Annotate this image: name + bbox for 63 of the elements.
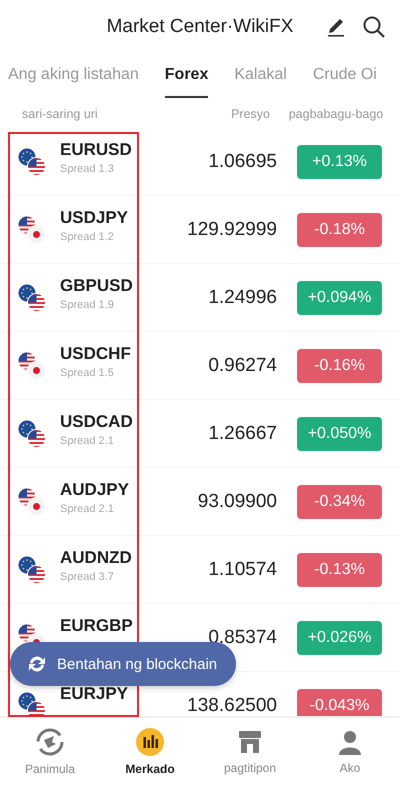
pair-symbol: EURGBP (60, 616, 134, 636)
currency-pair-row[interactable]: AUDNZD Spread 3.7 1.10574 -0.13% (0, 536, 400, 604)
column-header: sari-saring uri (22, 107, 99, 121)
spread-text: Spread 3.7 (60, 571, 115, 583)
bar-chart-icon (136, 728, 164, 756)
price-text: 1.24996 (207, 287, 277, 309)
currency-flags-icon (18, 148, 46, 176)
currency-flags-icon (18, 420, 46, 448)
pair-symbol: GBPUSD (60, 276, 134, 296)
pair-symbol: EURUSD (60, 140, 133, 160)
pair-symbol: USDCHF (60, 344, 132, 364)
eagle-logo-icon (36, 728, 64, 756)
currency-pair-row[interactable]: GBPUSD Spread 1.9 1.24996 +0.094% (0, 264, 400, 332)
change-badge: -0.043% (297, 689, 382, 716)
spread-text: Spread 1.2 (60, 231, 115, 243)
price-text: 0.96274 (207, 355, 277, 377)
spread-text: Spread 2.1 (60, 503, 115, 515)
spread-text: Spread 1.3 (60, 163, 115, 175)
price-text: 129.92999 (186, 219, 277, 241)
pair-symbol: USDJPY (60, 208, 130, 228)
currency-pair-row[interactable]: USDCHF Spread 1.5 0.96274 -0.16% (0, 332, 400, 400)
person-icon (337, 728, 363, 754)
currency-flags-icon (18, 284, 46, 312)
currency-pair-row[interactable]: USDCAD Spread 2.1 1.26667 +0.050% (0, 400, 400, 468)
currency-pair-row[interactable]: AUDJPY Spread 2.1 93.09900 -0.34% (0, 468, 400, 536)
pair-symbol: EURJPY (60, 684, 130, 704)
currency-flags-icon (18, 488, 46, 516)
nav-tab[interactable]: pagtitipon (200, 718, 300, 785)
change-badge: -0.13% (297, 553, 382, 587)
page-title: Market Center·WikiFX (106, 16, 294, 38)
change-badge: -0.18% (297, 213, 382, 247)
currency-flags-icon (18, 556, 46, 584)
search-icon (362, 15, 386, 39)
spread-text: Spread 2.1 (60, 435, 115, 447)
price-text: 1.06695 (207, 151, 277, 173)
nav-tab[interactable]: Merkado (100, 718, 200, 785)
spread-text: Spread 1.9 (60, 299, 115, 311)
pair-symbol: AUDJPY (60, 480, 130, 500)
pair-symbol: USDCAD (60, 412, 134, 432)
blockchain-trade-toast[interactable]: Bentahan ng blockchain (10, 642, 236, 686)
column-header: pagbabagu-bago (288, 107, 384, 121)
nav-tab[interactable]: Panimula (0, 718, 100, 785)
search-button[interactable] (362, 15, 386, 39)
price-text: 1.26667 (207, 423, 277, 445)
column-header: Presyo (230, 107, 270, 121)
change-badge: +0.026% (297, 621, 382, 655)
change-badge: +0.050% (297, 417, 382, 451)
currency-pair-row[interactable]: EURUSD Spread 1.3 1.06695 +0.13% (0, 128, 400, 196)
price-text: 93.09900 (196, 491, 277, 513)
nav-tab[interactable]: Ako (300, 718, 400, 785)
price-text: 1.10574 (207, 559, 277, 581)
change-badge: +0.13% (297, 145, 382, 179)
currency-flags-icon (18, 352, 46, 380)
pair-symbol: AUDNZD (60, 548, 133, 568)
spread-text: Spread 1.5 (60, 367, 115, 379)
currency-flags-icon (18, 216, 46, 244)
category-tab[interactable]: Forex (164, 54, 208, 98)
change-badge: -0.34% (297, 485, 382, 519)
change-badge: -0.16% (297, 349, 382, 383)
store-icon (237, 728, 263, 754)
price-text: 138.62500 (186, 695, 277, 716)
currency-pair-row[interactable]: USDJPY Spread 1.2 129.92999 -0.18% (0, 196, 400, 264)
change-badge: +0.094% (297, 281, 382, 315)
